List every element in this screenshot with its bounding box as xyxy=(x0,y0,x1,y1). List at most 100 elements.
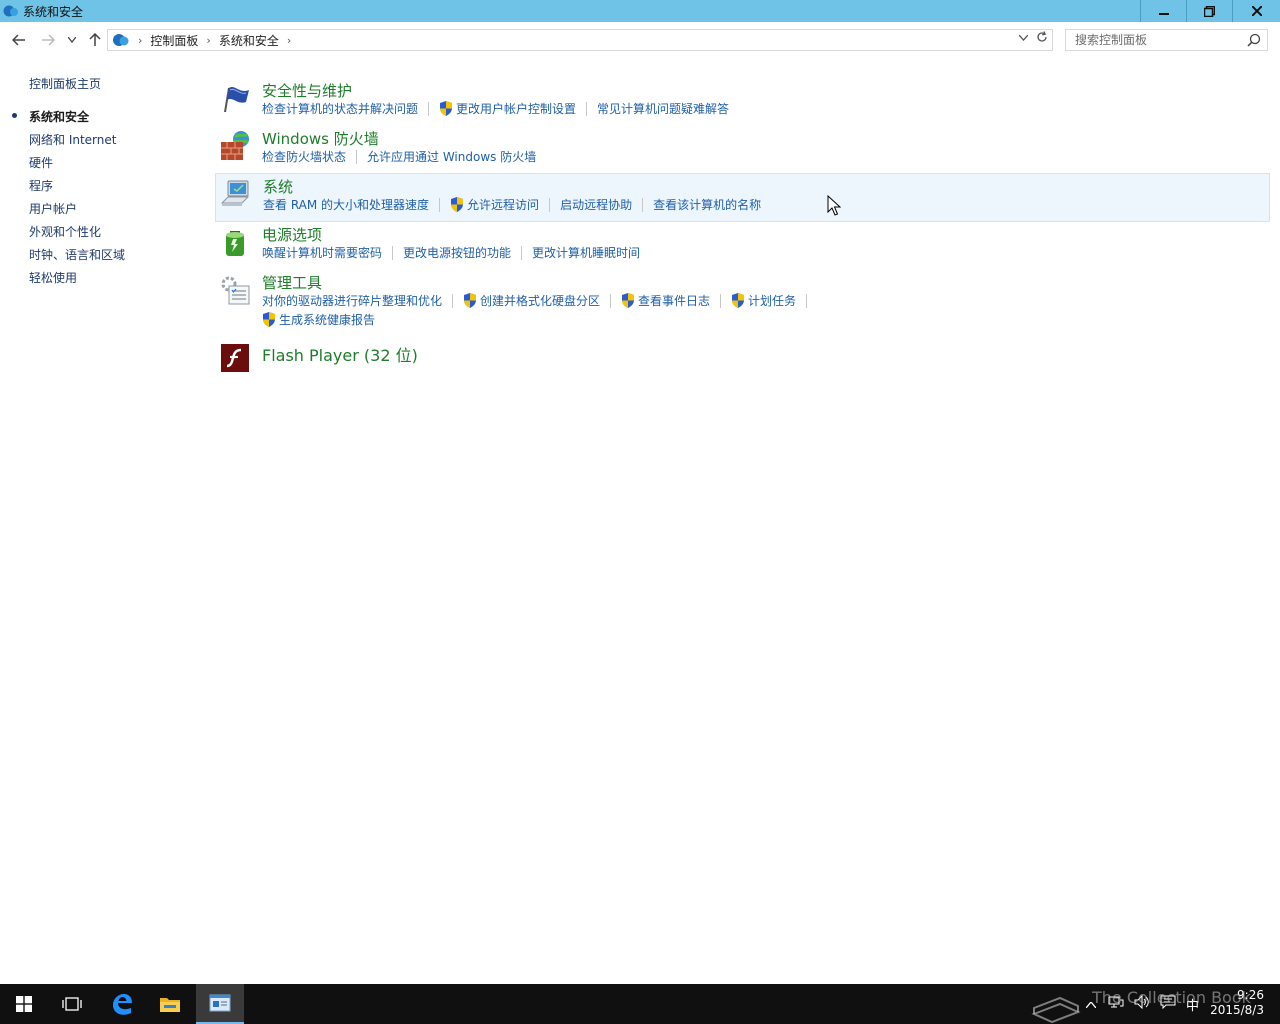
link-separator xyxy=(392,245,394,260)
breadcrumb-separator[interactable]: › xyxy=(206,34,210,47)
edge-taskbar-button[interactable] xyxy=(98,984,146,1024)
up-arrow-icon xyxy=(89,33,101,46)
create-format-partition-link[interactable]: 创建并格式化硬盘分区 xyxy=(463,292,600,309)
view-computer-name-link[interactable]: 查看该计算机的名称 xyxy=(653,196,761,213)
link-separator xyxy=(720,293,722,308)
start-button[interactable] xyxy=(0,984,48,1024)
nav-ease-of-access[interactable]: 轻松使用 xyxy=(29,269,77,286)
link-separator xyxy=(586,101,588,116)
chevron-down-icon xyxy=(1018,34,1029,41)
create-format-partition-label: 创建并格式化硬盘分区 xyxy=(480,294,601,308)
forward-arrow-icon xyxy=(42,34,55,46)
uac-shield-icon xyxy=(440,101,453,116)
category-admin-tools: 管理工具 对你的驱动器进行碎片整理和优化 创建并格式化硬盘分区 查看事件日志 计… xyxy=(215,270,1270,332)
address-bar[interactable]: › 控制面板 › 系统和安全 › xyxy=(107,29,1053,51)
breadcrumb-control-panel[interactable]: 控制面板 xyxy=(150,32,198,49)
system-health-report-label: 生成系统健康报告 xyxy=(279,313,376,327)
link-separator xyxy=(806,293,808,308)
category-system[interactable]: 系统 查看 RAM 的大小和处理器速度 允许远程访问 启动远程协助 查看该计算机… xyxy=(215,173,1270,222)
require-password-wake-link[interactable]: 唤醒计算机时需要密码 xyxy=(262,244,382,261)
uac-shield-icon xyxy=(464,293,477,308)
category-flash-player: Flash Player (32 位) xyxy=(215,338,1270,376)
chevron-down-icon xyxy=(68,37,76,43)
link-separator xyxy=(610,293,612,308)
recent-locations-button[interactable] xyxy=(62,30,82,50)
view-event-logs-label: 查看事件日志 xyxy=(638,294,711,308)
restore-button[interactable] xyxy=(1186,0,1232,22)
sleep-time-link[interactable]: 更改计算机睡眠时间 xyxy=(532,244,640,261)
search-input[interactable] xyxy=(1065,29,1268,51)
power-options-title[interactable]: 电源选项 xyxy=(262,224,322,245)
computer-icon xyxy=(220,180,250,206)
close-icon xyxy=(1251,6,1262,16)
search-icon[interactable] xyxy=(1247,33,1261,47)
firewall-icon xyxy=(221,131,249,160)
allow-app-firewall-link[interactable]: 允许应用通过 Windows 防火墙 xyxy=(367,148,536,165)
nav-programs[interactable]: 程序 xyxy=(29,177,53,194)
admin-tools-icon xyxy=(221,276,250,305)
breadcrumb-separator: › xyxy=(138,33,143,47)
back-arrow-icon xyxy=(12,34,25,46)
control-panel-icon xyxy=(3,5,18,17)
address-history-button[interactable] xyxy=(1018,33,1029,44)
defragment-link[interactable]: 对你的驱动器进行碎片整理和优化 xyxy=(262,292,442,309)
nav-clock-language-region[interactable]: 时钟、语言和区域 xyxy=(29,246,125,263)
security-maintenance-title[interactable]: 安全性与维护 xyxy=(262,80,352,101)
uac-settings-link[interactable]: 更改用户帐户控制设置 xyxy=(439,100,576,117)
power-button-function-link[interactable]: 更改电源按钮的功能 xyxy=(403,244,511,261)
check-firewall-status-link[interactable]: 检查防火墙状态 xyxy=(262,148,346,165)
uac-shield-icon xyxy=(263,312,275,327)
link-separator xyxy=(356,149,358,164)
window-title: 系统和安全 xyxy=(23,4,84,19)
windows-firewall-title[interactable]: Windows 防火墙 xyxy=(262,128,379,149)
nav-network-internet[interactable]: 网络和 Internet xyxy=(29,131,116,148)
category-security-maintenance: 安全性与维护 检查计算机的状态并解决问题 更改用户帐户控制设置 常见计算机问题疑… xyxy=(215,78,1270,124)
close-button[interactable] xyxy=(1232,0,1280,22)
title-bar: 系统和安全 xyxy=(0,0,1280,22)
nav-user-accounts[interactable]: 用户帐户 xyxy=(29,200,77,217)
link-separator xyxy=(452,293,454,308)
back-button[interactable] xyxy=(9,30,29,50)
windows-logo-icon xyxy=(16,996,32,1012)
schedule-tasks-link[interactable]: 计划任务 xyxy=(731,292,796,309)
watermark-text: The Collection Book xyxy=(1092,988,1251,1007)
uac-settings-label: 更改用户帐户控制设置 xyxy=(456,102,577,116)
battery-icon xyxy=(226,231,244,256)
link-separator xyxy=(642,197,644,212)
nav-appearance[interactable]: 外观和个性化 xyxy=(29,223,101,240)
view-ram-processor-link[interactable]: 查看 RAM 的大小和处理器速度 xyxy=(263,196,429,213)
flash-player-title[interactable]: Flash Player (32 位) xyxy=(262,342,418,366)
view-event-logs-link[interactable]: 查看事件日志 xyxy=(621,292,710,309)
admin-tools-title[interactable]: 管理工具 xyxy=(262,272,322,293)
allow-remote-access-link[interactable]: 允许远程访问 xyxy=(450,196,539,213)
control-panel-icon xyxy=(113,34,129,46)
remote-assistance-link[interactable]: 启动远程协助 xyxy=(560,196,632,213)
control-panel-home-link[interactable]: 控制面板主页 xyxy=(29,75,101,92)
forward-button[interactable] xyxy=(38,30,58,50)
refresh-button[interactable] xyxy=(1036,31,1048,47)
nav-system-security[interactable]: 系统和安全 xyxy=(29,108,89,125)
navigation-bar: › 控制面板 › 系统和安全 › xyxy=(0,22,1280,58)
edge-browser-icon xyxy=(113,994,132,1015)
nav-hardware[interactable]: 硬件 xyxy=(29,154,53,171)
control-panel-taskbar-button[interactable] xyxy=(196,984,244,1024)
file-explorer-taskbar-button[interactable] xyxy=(146,984,194,1024)
uac-shield-icon xyxy=(451,197,464,212)
link-separator xyxy=(549,197,551,212)
minimize-button[interactable] xyxy=(1140,0,1186,22)
task-view-button[interactable] xyxy=(48,984,96,1024)
link-separator xyxy=(521,245,523,260)
up-button[interactable] xyxy=(85,30,105,50)
system-health-report-link[interactable]: 生成系统健康报告 xyxy=(262,311,375,328)
current-item-bullet xyxy=(12,113,17,118)
breadcrumb-separator[interactable]: › xyxy=(287,34,291,47)
book-logo-icon xyxy=(1031,996,1081,1024)
check-status-link[interactable]: 检查计算机的状态并解决问题 xyxy=(262,100,418,117)
system-title[interactable]: 系统 xyxy=(263,176,293,197)
refresh-icon xyxy=(1037,31,1047,42)
control-panel-window-icon xyxy=(209,994,231,1012)
watermark: The Collection Book xyxy=(1030,984,1251,1024)
flash-icon xyxy=(221,344,249,372)
troubleshoot-link[interactable]: 常见计算机问题疑难解答 xyxy=(597,100,729,117)
breadcrumb-system-security[interactable]: 系统和安全 xyxy=(219,32,279,49)
